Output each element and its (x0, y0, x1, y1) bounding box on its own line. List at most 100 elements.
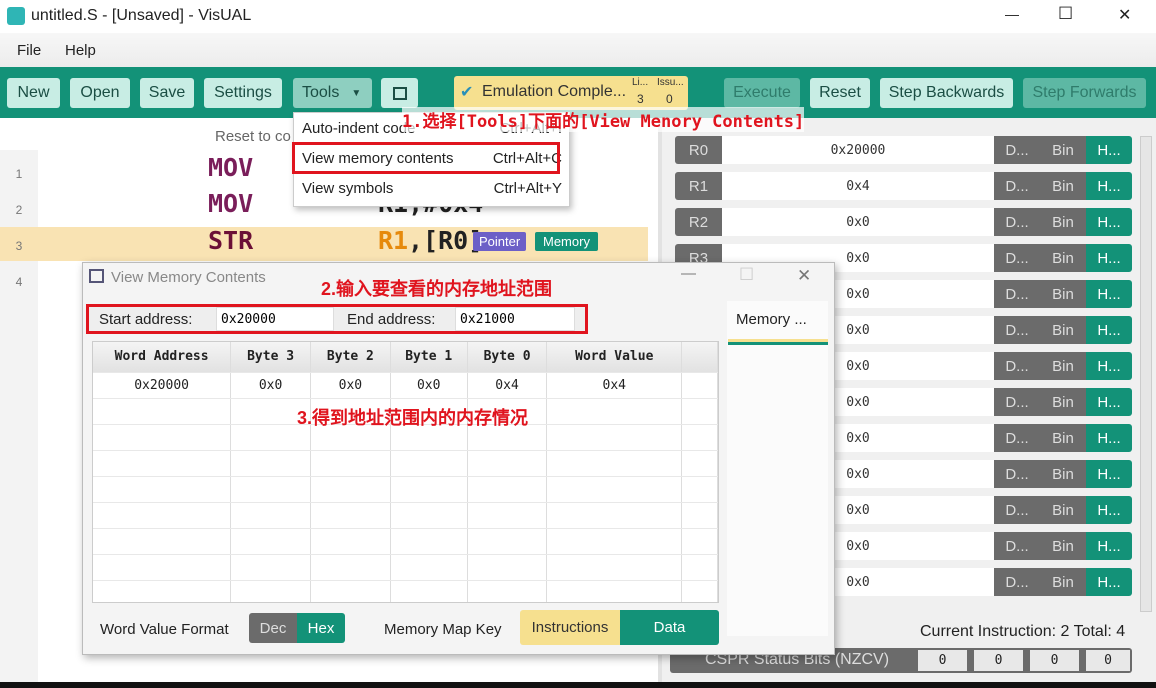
word-format-label: Word Value Format (100, 621, 229, 638)
column-header[interactable]: Byte 2 (310, 342, 391, 373)
emulation-status: ✔ Emulation Comple... Li... 3 Issu... 0 (454, 76, 688, 110)
hex-format-button[interactable]: H... (1086, 244, 1132, 272)
dec-format-button[interactable]: D... (994, 172, 1040, 200)
dec-format-button[interactable]: D... (994, 244, 1040, 272)
table-cell (93, 528, 232, 555)
new-button[interactable]: New (7, 78, 60, 108)
close-button[interactable]: ✕ (1118, 5, 1131, 25)
open-button[interactable]: Open (70, 78, 130, 108)
hex-format-button[interactable]: H... (1086, 424, 1132, 452)
hex-format-button[interactable]: H... (1086, 460, 1132, 488)
dec-toggle[interactable]: Dec (249, 613, 297, 643)
hex-format-button[interactable]: H... (1086, 496, 1132, 524)
bin-format-button[interactable]: Bin (1040, 280, 1086, 308)
dec-format-button[interactable]: D... (994, 568, 1040, 596)
status-text: Emulation Comple... (482, 83, 627, 100)
register-row: R1 0x4 D... Bin H... (675, 172, 1132, 200)
current-label: Current Instruction: (920, 623, 1057, 640)
bin-format-button[interactable]: Bin (1040, 208, 1086, 236)
column-header[interactable] (681, 342, 718, 373)
dec-format-button[interactable]: D... (994, 352, 1040, 380)
column-header[interactable]: Byte 3 (230, 342, 311, 373)
bin-format-button[interactable]: Bin (1040, 172, 1086, 200)
hex-toggle[interactable]: Hex (297, 613, 345, 643)
settings-button[interactable]: Settings (204, 78, 282, 108)
register-scrollbar[interactable] (1140, 136, 1152, 612)
dialog-minimize-button[interactable]: — (681, 265, 696, 282)
memory-map-tab[interactable]: Memory ... (736, 311, 807, 328)
dialog-maximize-button[interactable]: ☐ (739, 265, 754, 285)
hex-format-button[interactable]: H... (1086, 280, 1132, 308)
bin-format-button[interactable]: Bin (1040, 460, 1086, 488)
bin-format-button[interactable]: Bin (1040, 532, 1086, 560)
hex-format-button[interactable]: H... (1086, 532, 1132, 560)
dec-format-button[interactable]: D... (994, 532, 1040, 560)
reset-button[interactable]: Reset (810, 78, 870, 108)
bin-format-button[interactable]: Bin (1040, 496, 1086, 524)
table-cell (681, 528, 718, 555)
bin-format-button[interactable]: Bin (1040, 424, 1086, 452)
pointer-tag[interactable]: Pointer (473, 232, 527, 251)
column-header[interactable]: Byte 0 (467, 342, 548, 373)
table-cell (310, 528, 391, 555)
tools-label: Tools (302, 84, 340, 101)
dialog-close-button[interactable]: ✕ (797, 266, 811, 286)
line-number: 4 (15, 275, 23, 289)
memory-tag[interactable]: Memory (535, 232, 598, 251)
table-row (93, 502, 718, 529)
bin-format-button[interactable]: Bin (1040, 568, 1086, 596)
column-header[interactable]: Word Address (93, 342, 232, 373)
reset-hint: Reset to co (215, 128, 291, 145)
hex-format-button[interactable]: H... (1086, 316, 1132, 344)
code-opcode: MOV (208, 153, 254, 182)
bin-format-button[interactable]: Bin (1040, 316, 1086, 344)
hex-format-button[interactable]: H... (1086, 568, 1132, 596)
hex-format-button[interactable]: H... (1086, 208, 1132, 236)
step-forwards-button[interactable]: Step Forwards (1023, 78, 1146, 108)
hex-format-button[interactable]: H... (1086, 136, 1132, 164)
dec-format-button[interactable]: D... (994, 460, 1040, 488)
line-number: 1 (15, 167, 23, 181)
menu-help[interactable]: Help (65, 42, 96, 59)
dec-format-button[interactable]: D... (994, 424, 1040, 452)
hex-format-button[interactable]: H... (1086, 352, 1132, 380)
bin-format-button[interactable]: Bin (1040, 388, 1086, 416)
bin-format-button[interactable]: Bin (1040, 244, 1086, 272)
step-backwards-button[interactable]: Step Backwards (880, 78, 1013, 108)
dec-format-button[interactable]: D... (994, 208, 1040, 236)
minimize-button[interactable]: — (1005, 6, 1019, 22)
save-button[interactable]: Save (140, 78, 194, 108)
layout-toggle-button[interactable] (381, 78, 418, 108)
table-cell (546, 398, 683, 425)
table-cell (390, 450, 468, 477)
end-address-input[interactable] (455, 307, 575, 331)
start-address-input[interactable] (216, 307, 334, 331)
column-header[interactable]: Word Value (546, 342, 683, 373)
table-cell (681, 424, 718, 451)
column-header[interactable]: Byte 1 (390, 342, 468, 373)
dec-format-button[interactable]: D... (994, 280, 1040, 308)
maximize-button[interactable]: ☐ (1058, 4, 1073, 24)
dec-format-button[interactable]: D... (994, 388, 1040, 416)
bin-format-button[interactable]: Bin (1040, 136, 1086, 164)
code-opcode: MOV (208, 189, 254, 218)
dec-format-button[interactable]: D... (994, 496, 1040, 524)
memory-table: Word Address Byte 3 Byte 2 Byte 1 Byte 0 Word… (93, 342, 718, 602)
dec-format-button[interactable]: D... (994, 316, 1040, 344)
bin-format-button[interactable]: Bin (1040, 352, 1086, 380)
tools-button[interactable]: Tools ▼ (293, 78, 372, 108)
table-cell (681, 580, 718, 602)
hex-format-button[interactable]: H... (1086, 172, 1132, 200)
menu-file[interactable]: File (17, 42, 41, 59)
dec-format-button[interactable]: D... (994, 136, 1040, 164)
table-row (93, 476, 718, 503)
table-cell (230, 528, 311, 555)
window-title: untitled.S - [Unsaved] - VisUAL (31, 7, 252, 24)
execute-button[interactable]: Execute (724, 78, 800, 108)
map-key-label: Memory Map Key (384, 621, 502, 638)
menu-item-view-symbols[interactable]: View symbols Ctrl+Alt+Y (302, 174, 562, 202)
register-name: R0 (675, 136, 722, 164)
hex-format-button[interactable]: H... (1086, 388, 1132, 416)
end-address-label: End address: (347, 311, 436, 328)
menu-item-shortcut: Ctrl+Alt+Y (493, 179, 562, 197)
